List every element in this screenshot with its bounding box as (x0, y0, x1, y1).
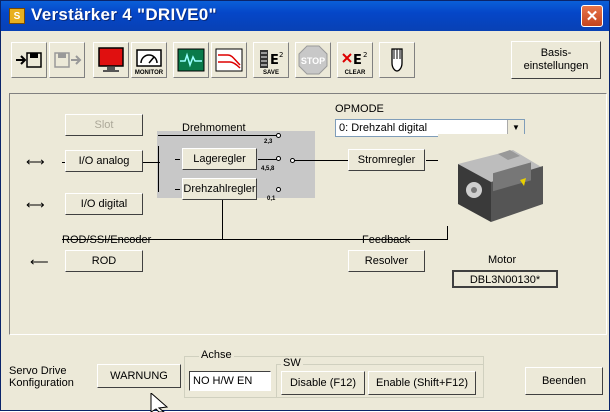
feedback-label: Feedback (362, 234, 411, 246)
svg-text:2: 2 (279, 51, 283, 59)
save-to-disk-button[interactable] (49, 42, 85, 78)
monitor-screen-button[interactable] (93, 42, 129, 78)
load-disk-icon (16, 52, 42, 68)
switch-contact-23 (276, 133, 281, 138)
bidirectional-arrow-icon: ⟷ (26, 154, 45, 169)
save-eeprom-button[interactable]: E2 SAVE (253, 42, 289, 78)
gauge-icon (136, 49, 162, 67)
svg-text:2: 2 (363, 51, 367, 59)
to-speed-line (175, 189, 180, 190)
to-position-line (175, 159, 180, 160)
save-disk-icon (54, 52, 82, 68)
eeprom-clear-icon: E2 (342, 51, 367, 68)
servo-drive-config-label: Servo Drive Konfiguration (9, 365, 74, 389)
toolbar: MONITOR E2 SAVE STOP E2 CLEAR Basis- ein… (1, 32, 609, 92)
mode-23-label: 2,3 (264, 139, 273, 145)
svg-text:E: E (270, 53, 279, 68)
io-digital-button[interactable]: I/O digital (65, 193, 143, 215)
left-arrow-icon: ⟵ (30, 254, 49, 269)
io-analog-button[interactable]: I/O analog (65, 150, 143, 172)
motor-type-button[interactable]: DBL3N00130* (452, 270, 558, 288)
switch-pivot (290, 158, 295, 163)
switch-contact-01 (276, 187, 281, 192)
app-icon: S (9, 8, 25, 24)
motor-label: Motor (488, 254, 517, 266)
position-out-line (258, 159, 278, 160)
clear-button-label: CLEAR (344, 70, 366, 76)
basis-line-2: einstellungen (523, 60, 589, 72)
switch-contact-458 (276, 156, 281, 161)
window-title: Verstärker 4 "DRIVE0" (31, 5, 217, 24)
rod-button[interactable]: ROD (65, 250, 143, 272)
bode-plot-button[interactable] (211, 42, 247, 78)
pointing-hand-icon (391, 48, 403, 72)
basis-settings-button[interactable]: Basis- einstellungen (511, 41, 601, 79)
achse-label: Achse (199, 349, 234, 361)
stop-button[interactable]: STOP (295, 42, 331, 78)
stromregler-button[interactable]: Stromregler (348, 149, 425, 171)
oscilloscope-button[interactable] (173, 42, 209, 78)
control-diagram-panel: 2,3 4,5,8 0,1 Slot Drehmoment OPMODE 0: … (9, 93, 607, 335)
mode-458-label: 4,5,8 (261, 166, 275, 172)
slot-button[interactable]: Slot (65, 114, 143, 136)
title-bar[interactable]: S Verstärker 4 "DRIVE0" ✕ (1, 1, 609, 31)
close-button[interactable]: ✕ (581, 5, 603, 27)
branch-vertical-line (158, 146, 159, 192)
mouse-cursor-icon (150, 393, 169, 412)
drive-window: S Verstärker 4 "DRIVE0" ✕ MONITOR E2 SAV… (0, 0, 610, 412)
opmode-value: 0: Drehzahl digital (339, 122, 428, 134)
opmode-label: OPMODE (335, 103, 384, 115)
drehmoment-label: Drehmoment (182, 122, 246, 134)
stop-sign-text: STOP (301, 56, 325, 66)
bidirectional-arrow-icon: ⟷ (26, 197, 45, 212)
clear-eeprom-button[interactable]: E2 CLEAR (337, 42, 373, 78)
motor-image (438, 134, 558, 226)
basis-line-1: Basis- (540, 47, 572, 59)
svg-text:E: E (353, 53, 362, 68)
enable-button[interactable]: Enable (Shift+F12) (368, 371, 476, 395)
stop-sign-icon: STOP (298, 45, 328, 75)
monitor-button[interactable]: MONITOR (131, 42, 167, 78)
beenden-button[interactable]: Beenden (525, 367, 603, 395)
eeprom-save-icon: E2 (260, 50, 283, 68)
drehzahlregler-button[interactable]: Drehzahlregler (182, 178, 257, 200)
lageregler-button[interactable]: Lageregler (182, 148, 257, 170)
bode-plot-icon (215, 48, 243, 72)
rod-ssi-encoder-label: ROD/SSI/Encoder (62, 234, 152, 246)
red-monitor-icon (98, 47, 124, 72)
servo-line-2: Konfiguration (9, 377, 74, 389)
oscilloscope-icon (177, 48, 205, 72)
to-motor-line (426, 160, 438, 161)
feedback-vertical-line (222, 197, 223, 239)
mode-01-label: 0,1 (267, 196, 276, 202)
axis-status-field: NO H/W EN (189, 371, 271, 391)
disable-button[interactable]: Disable (F12) (281, 371, 365, 395)
load-from-disk-button[interactable] (11, 42, 47, 78)
warning-button[interactable]: WARNUNG (97, 364, 181, 388)
to-current-line (292, 160, 348, 161)
context-help-button[interactable] (379, 42, 415, 78)
monitor-button-label: MONITOR (134, 70, 164, 76)
servo-line-1: Servo Drive (9, 365, 67, 377)
resolver-button[interactable]: Resolver (348, 250, 425, 272)
sw-label: SW (281, 357, 303, 369)
torque-line (158, 135, 278, 136)
save-button-label: SAVE (263, 70, 279, 76)
